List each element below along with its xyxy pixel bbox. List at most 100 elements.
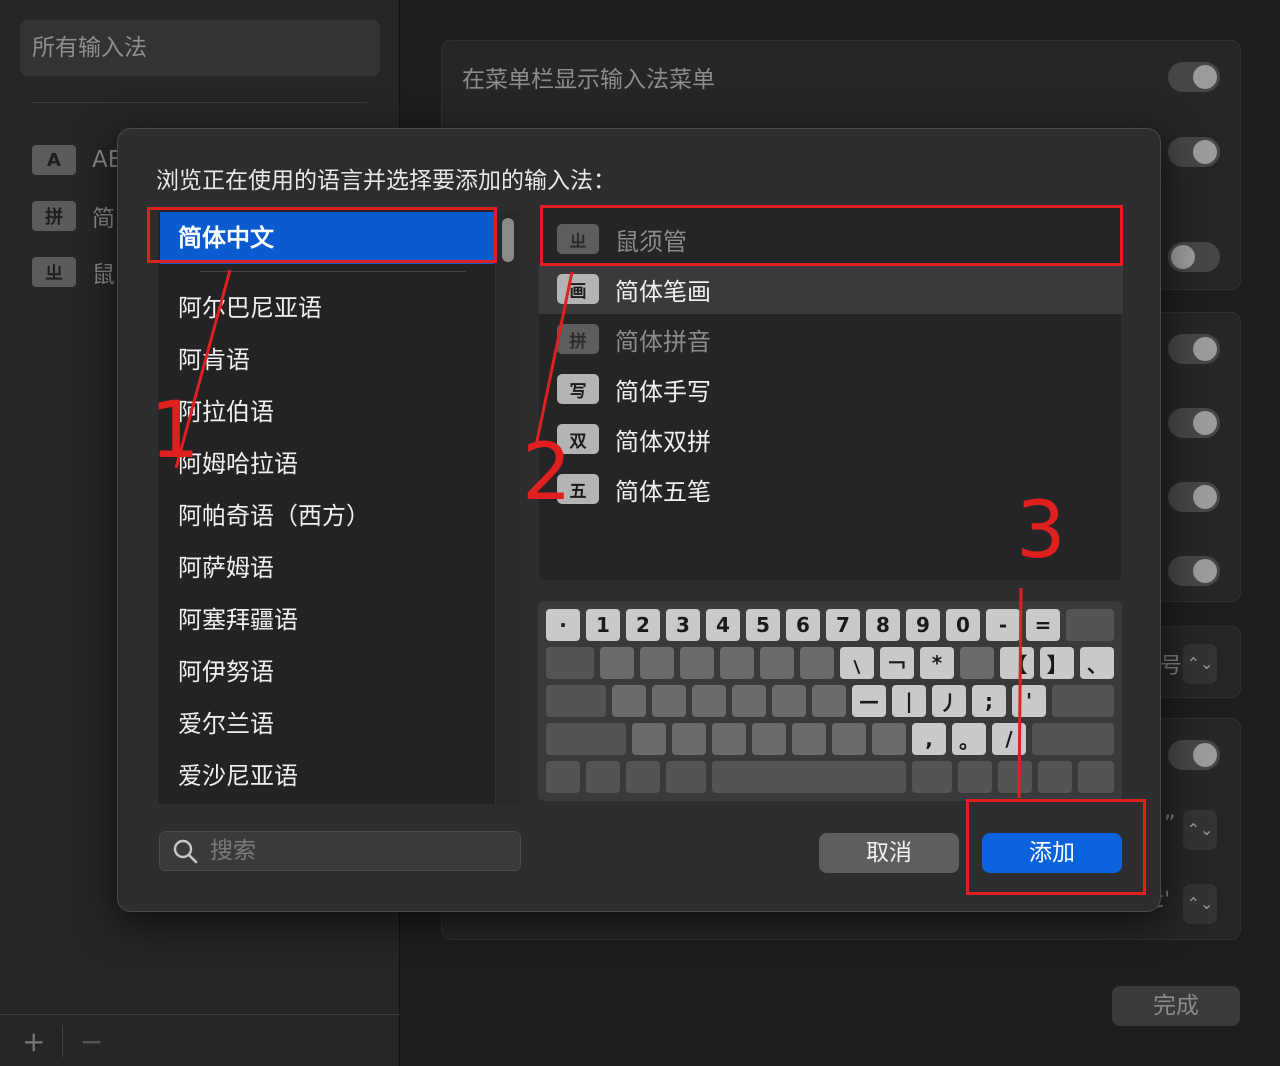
keyboard-key bbox=[752, 723, 786, 755]
keyboard-key: — bbox=[852, 685, 886, 717]
footer-divider bbox=[62, 1025, 63, 1057]
input-method-item[interactable]: 拼 简体拼音 bbox=[539, 314, 1123, 364]
search-input[interactable] bbox=[210, 838, 510, 864]
setting-toggle[interactable] bbox=[1168, 408, 1220, 438]
setting-toggle[interactable] bbox=[1168, 556, 1220, 586]
language-item[interactable]: 爱沙尼亚语 bbox=[178, 756, 298, 796]
input-method-badge-icon: A bbox=[32, 145, 76, 175]
keyboard-key bbox=[1052, 685, 1114, 717]
keyboard-key: 2 bbox=[626, 609, 660, 641]
language-item[interactable]: 爱尔兰语 bbox=[178, 704, 274, 744]
chevron-updown-icon[interactable]: ⌃⌄ bbox=[1183, 810, 1217, 850]
keyboard-key bbox=[680, 647, 714, 679]
sidebar-item-abc[interactable]: A AB bbox=[32, 144, 124, 176]
language-item[interactable]: 阿肯语 bbox=[178, 340, 250, 380]
keyboard-key: 6 bbox=[786, 609, 820, 641]
keyboard-key: · bbox=[546, 609, 580, 641]
language-item[interactable]: 阿帕奇语（西方） bbox=[178, 496, 370, 536]
keyboard-key: * bbox=[920, 647, 954, 679]
input-method-name: 简体五笔 bbox=[615, 477, 711, 506]
input-method-name: 简体双拼 bbox=[615, 427, 711, 456]
keyboard-key bbox=[958, 761, 992, 793]
input-method-item[interactable]: 画 简体笔画 bbox=[539, 264, 1123, 314]
add-input-method-button[interactable]: + bbox=[22, 1025, 45, 1058]
sidebar-divider bbox=[32, 102, 367, 103]
keyboard-key: ; bbox=[972, 685, 1006, 717]
annotation-box bbox=[147, 207, 497, 263]
chevron-updown-icon[interactable]: ⌃⌄ bbox=[1183, 644, 1217, 684]
setting-toggle[interactable] bbox=[1168, 137, 1220, 167]
keyboard-key bbox=[998, 761, 1032, 793]
keyboard-key bbox=[732, 685, 766, 717]
sidebar-footer: + − bbox=[0, 1014, 400, 1066]
sidebar-item-label: 鼠 bbox=[92, 262, 115, 288]
keyboard-key: 4 bbox=[706, 609, 740, 641]
keyboard-key bbox=[546, 647, 594, 679]
input-method-item[interactable]: 写 简体手写 bbox=[539, 364, 1123, 414]
sidebar-item-label: 简 bbox=[92, 206, 115, 232]
keyboard-key bbox=[612, 685, 646, 717]
show-menu-toggle[interactable] bbox=[1168, 62, 1220, 92]
keyboard-key: 1 bbox=[586, 609, 620, 641]
cancel-button[interactable]: 取消 bbox=[819, 833, 959, 873]
scrollbar-thumb[interactable] bbox=[502, 218, 514, 262]
keyboard-key: ￢ bbox=[880, 647, 914, 679]
keyboard-key: 丿 bbox=[932, 685, 966, 717]
language-list[interactable]: 简体中文 阿尔巴尼亚语 阿肯语 阿拉伯语 阿姆哈拉语 阿帕奇语（西方） 阿萨姆语… bbox=[157, 209, 521, 805]
input-method-item[interactable]: 双 简体双拼 bbox=[539, 414, 1123, 464]
keyboard-key bbox=[652, 685, 686, 717]
input-method-badge-icon: ㄓ bbox=[32, 257, 76, 287]
keyboard-key: ﹨ bbox=[840, 647, 874, 679]
setting-toggle[interactable] bbox=[1168, 740, 1220, 770]
sidebar-item-pinyin[interactable]: 拼 简 bbox=[32, 200, 115, 232]
keyboard-key bbox=[832, 723, 866, 755]
sidebar-item-squirrel[interactable]: ㄓ 鼠 bbox=[32, 256, 115, 288]
language-item[interactable]: 阿萨姆语 bbox=[178, 548, 274, 588]
keyboard-key bbox=[546, 723, 626, 755]
setting-toggle[interactable] bbox=[1168, 482, 1220, 512]
keyboard-key bbox=[640, 647, 674, 679]
search-field[interactable] bbox=[159, 831, 521, 871]
annotation-number: 1 bbox=[150, 386, 200, 476]
annotation-number: 3 bbox=[1016, 486, 1066, 576]
dialog-title: 浏览正在使用的语言并选择要添加的输入法： bbox=[156, 168, 616, 194]
language-item[interactable]: 阿塞拜疆语 bbox=[178, 600, 298, 640]
keyboard-key bbox=[1078, 761, 1114, 793]
done-button[interactable]: 完成 bbox=[1112, 986, 1240, 1026]
keyboard-key bbox=[692, 685, 726, 717]
setting-toggle[interactable] bbox=[1168, 242, 1220, 272]
keyboard-key: 8 bbox=[866, 609, 900, 641]
keyboard-key bbox=[960, 647, 994, 679]
keyboard-key bbox=[600, 647, 634, 679]
keyboard-key: , bbox=[912, 723, 946, 755]
keyboard-key bbox=[546, 685, 606, 717]
keyboard-key: 【 bbox=[1000, 647, 1034, 679]
keyboard-key bbox=[632, 723, 666, 755]
keyboard-key: 3 bbox=[666, 609, 700, 641]
keyboard-key bbox=[666, 761, 706, 793]
input-method-name: 简体手写 bbox=[615, 377, 711, 406]
keyboard-key bbox=[672, 723, 706, 755]
keyboard-key bbox=[720, 647, 754, 679]
keyboard-key: ' bbox=[1012, 685, 1046, 717]
language-item[interactable]: 阿伊努语 bbox=[178, 652, 274, 692]
remove-input-method-button[interactable]: − bbox=[80, 1025, 103, 1058]
keyboard-key bbox=[1038, 761, 1072, 793]
keyboard-key bbox=[626, 761, 660, 793]
chevron-updown-icon[interactable]: ⌃⌄ bbox=[1183, 884, 1217, 924]
handwriting-badge-icon: 写 bbox=[557, 374, 599, 404]
keyboard-key bbox=[1032, 723, 1114, 755]
setting-partial-label: ” bbox=[1164, 812, 1176, 837]
sidebar-title[interactable]: 所有输入法 bbox=[20, 20, 380, 76]
keyboard-key: = bbox=[1026, 609, 1060, 641]
keyboard-key bbox=[586, 761, 620, 793]
scrollbar[interactable] bbox=[495, 210, 520, 804]
keyboard-key: 5 bbox=[746, 609, 780, 641]
keyboard-key bbox=[792, 723, 826, 755]
setting-toggle[interactable] bbox=[1168, 334, 1220, 364]
language-item[interactable]: 阿尔巴尼亚语 bbox=[178, 288, 322, 328]
pinyin-badge-icon: 拼 bbox=[557, 324, 599, 354]
keyboard-key bbox=[772, 685, 806, 717]
search-icon bbox=[173, 839, 198, 864]
input-method-badge-icon: 拼 bbox=[32, 201, 76, 231]
